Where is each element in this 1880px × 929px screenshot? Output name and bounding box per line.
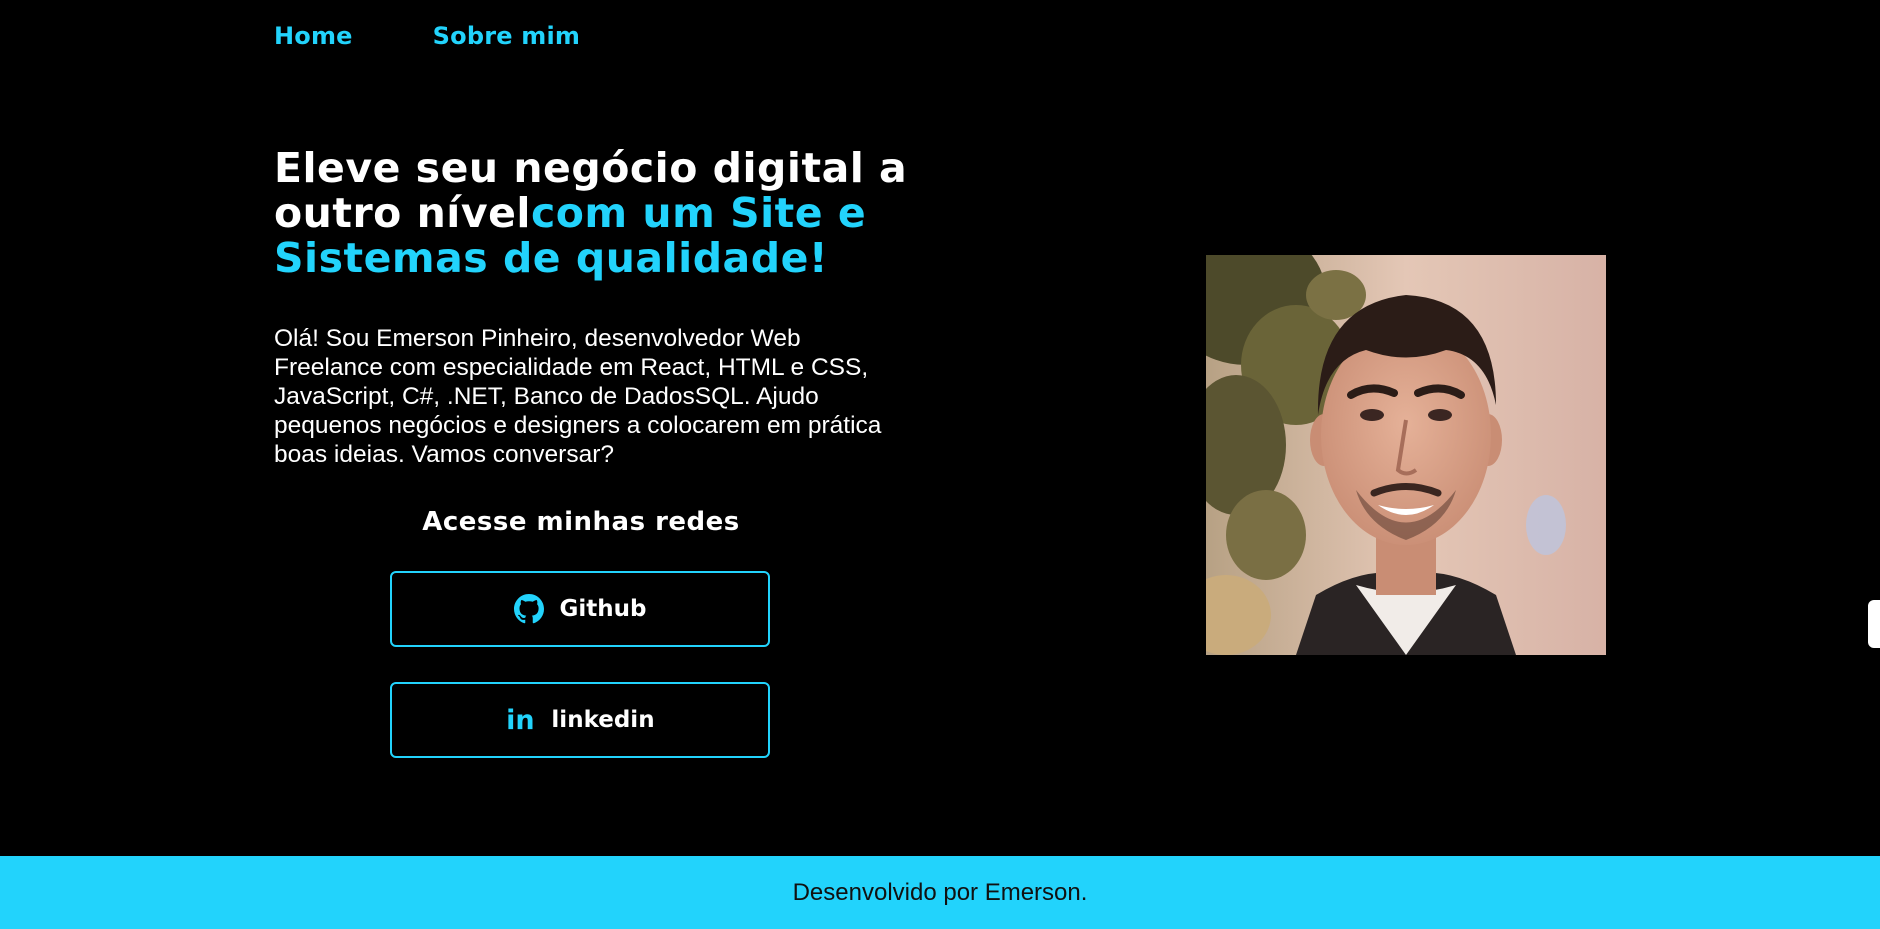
top-nav: Home Sobre mim bbox=[274, 22, 580, 50]
profile-photo bbox=[1206, 255, 1606, 655]
hero-title: Eleve seu negócio digital a outro nívelc… bbox=[274, 146, 914, 281]
nav-link-sobre-mim[interactable]: Sobre mim bbox=[433, 22, 580, 50]
social-heading: Acesse minhas redes bbox=[422, 507, 740, 537]
linkedin-button-label: linkedin bbox=[551, 707, 655, 733]
github-icon bbox=[513, 594, 544, 624]
linkedin-button[interactable]: in linkedin bbox=[390, 682, 770, 758]
linkedin-icon: in bbox=[506, 704, 535, 736]
nav-link-home[interactable]: Home bbox=[274, 22, 353, 50]
github-button-label: Github bbox=[559, 596, 647, 622]
footer: Desenvolvido por Emerson. bbox=[0, 856, 1880, 929]
edge-tab[interactable] bbox=[1868, 600, 1880, 648]
github-button[interactable]: Github bbox=[390, 571, 770, 647]
hero-description: Olá! Sou Emerson Pinheiro, desenvolvedor… bbox=[274, 325, 882, 468]
footer-text: Desenvolvido por Emerson. bbox=[792, 878, 1088, 906]
